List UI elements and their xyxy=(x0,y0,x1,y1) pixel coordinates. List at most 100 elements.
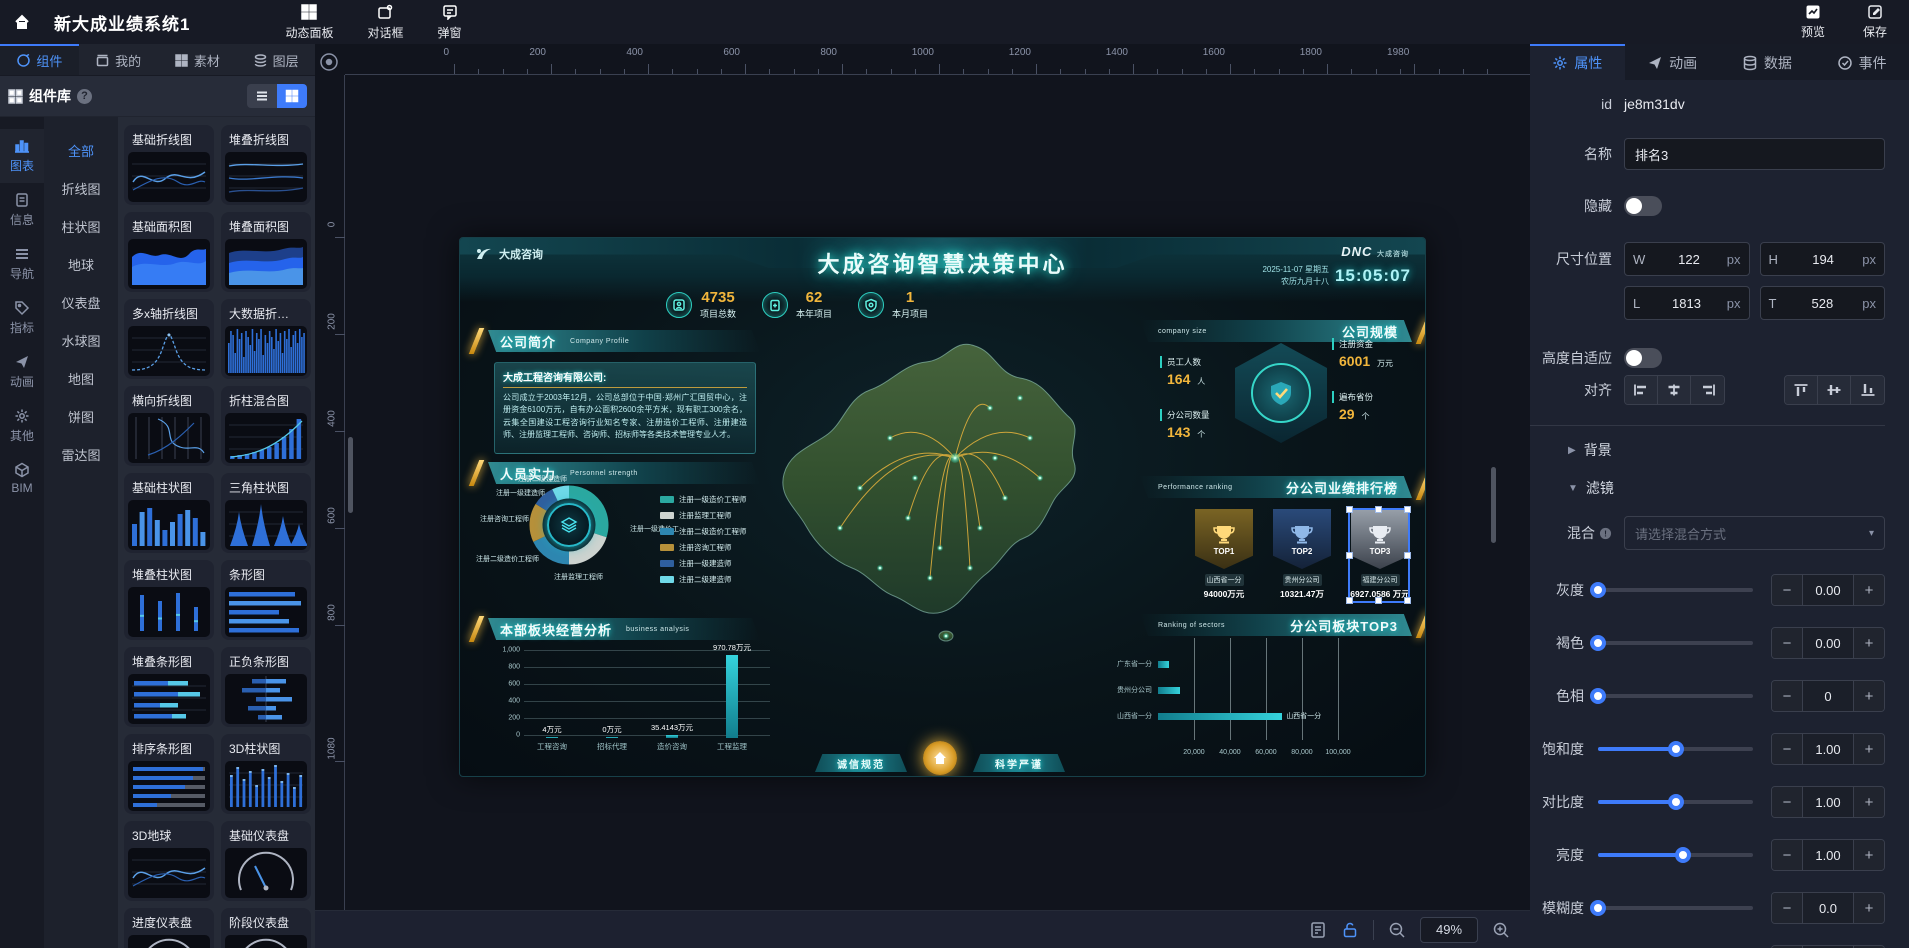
component-card-折柱混合图[interactable]: 折柱混合图 xyxy=(221,386,311,466)
component-card-3D地球[interactable]: 3D地球 xyxy=(124,821,214,901)
align-top-button[interactable] xyxy=(1785,376,1818,404)
selection-handle[interactable] xyxy=(1346,506,1353,513)
size-field-W[interactable]: W122px xyxy=(1624,242,1750,276)
properties-tab-数据[interactable]: 数据 xyxy=(1720,44,1815,80)
increment-button[interactable]: + xyxy=(1854,575,1884,605)
increment-button[interactable]: + xyxy=(1854,840,1884,870)
align-middle-button[interactable] xyxy=(1818,376,1851,404)
subcategory-饼图[interactable]: 饼图 xyxy=(44,397,118,435)
decrement-button[interactable]: − xyxy=(1772,628,1802,658)
component-card-横向折线图[interactable]: 横向折线图 xyxy=(124,386,214,466)
selection-handle[interactable] xyxy=(1346,552,1353,559)
rail-item-导航[interactable]: 导航 xyxy=(0,237,44,291)
align-bottom-button[interactable] xyxy=(1851,376,1884,404)
top-tool-3[interactable]: 弹窗 xyxy=(438,3,462,41)
slider-track[interactable] xyxy=(1598,694,1753,698)
slider-knob[interactable] xyxy=(1675,847,1691,863)
slider-knob[interactable] xyxy=(1668,794,1684,810)
subcategory-仪表盘[interactable]: 仪表盘 xyxy=(44,283,118,321)
ranking-card-TOP1[interactable]: TOP1山西省一分94000万元 xyxy=(1193,509,1255,600)
unlock-icon[interactable] xyxy=(1341,921,1359,939)
preview-button[interactable]: 预览 xyxy=(1801,4,1825,40)
component-card-进度仪表盘[interactable]: 进度仪表盘 xyxy=(124,908,214,948)
selection-handle[interactable] xyxy=(1404,552,1411,559)
subcategory-折线图[interactable]: 折线图 xyxy=(44,169,118,207)
decrement-button[interactable]: − xyxy=(1772,734,1802,764)
slider-knob[interactable] xyxy=(1590,900,1606,916)
increment-button[interactable]: + xyxy=(1854,628,1884,658)
hide-toggle[interactable] xyxy=(1624,196,1662,216)
increment-button[interactable]: + xyxy=(1854,893,1884,923)
zoom-out-icon[interactable] xyxy=(1388,921,1406,939)
tab-图层[interactable]: 图层 xyxy=(236,44,315,75)
selection-handle[interactable] xyxy=(1375,597,1382,604)
rail-item-动画[interactable]: 动画 xyxy=(0,345,44,399)
auto-height-toggle[interactable] xyxy=(1624,348,1662,368)
size-field-L[interactable]: L1813px xyxy=(1624,286,1750,320)
component-card-堆叠条形图[interactable]: 堆叠条形图 xyxy=(124,647,214,727)
decrement-button[interactable]: − xyxy=(1772,840,1802,870)
rail-item-其他[interactable]: 其他 xyxy=(0,399,44,453)
properties-tab-事件[interactable]: 事件 xyxy=(1814,44,1909,80)
selection-handle[interactable] xyxy=(1375,506,1382,513)
align-right-button[interactable] xyxy=(1691,376,1724,404)
eye-icon[interactable] xyxy=(318,51,340,73)
decrement-button[interactable]: − xyxy=(1772,681,1802,711)
ranking-card-TOP2[interactable]: TOP2贵州分公司10321.47万 xyxy=(1271,509,1333,600)
align-left-button[interactable] xyxy=(1625,376,1658,404)
save-button[interactable]: 保存 xyxy=(1863,4,1887,40)
slider-track[interactable] xyxy=(1598,906,1753,910)
increment-button[interactable]: + xyxy=(1854,734,1884,764)
component-card-堆叠面积图[interactable]: 堆叠面积图 xyxy=(221,212,311,292)
component-card-基础面积图[interactable]: 基础面积图 xyxy=(124,212,214,292)
slider-track[interactable] xyxy=(1598,800,1753,804)
rail-item-指标[interactable]: 指标 xyxy=(0,291,44,345)
decrement-button[interactable]: − xyxy=(1772,893,1802,923)
subcategory-水球图[interactable]: 水球图 xyxy=(44,321,118,359)
slider-knob[interactable] xyxy=(1590,635,1606,651)
slider-track[interactable] xyxy=(1598,641,1753,645)
slider-track[interactable] xyxy=(1598,747,1753,751)
component-card-基础折线图[interactable]: 基础折线图 xyxy=(124,125,214,205)
component-card-排序条形图[interactable]: 排序条形图 xyxy=(124,734,214,814)
rail-item-BIM[interactable]: BIM xyxy=(0,453,44,504)
page-outline-icon[interactable] xyxy=(1309,921,1327,939)
background-section-toggle[interactable]: ▶ 背景 xyxy=(1568,440,1885,460)
slider-knob[interactable] xyxy=(1590,582,1606,598)
editor-canvas[interactable]: 0200400600800100012001400160018001980 02… xyxy=(315,44,1530,948)
help-icon[interactable]: ? xyxy=(77,89,92,104)
tab-我的[interactable]: 我的 xyxy=(79,44,158,75)
filter-section-toggle[interactable]: ▼ 滤镜 xyxy=(1568,478,1885,498)
component-card-堆叠柱状图[interactable]: 堆叠柱状图 xyxy=(124,560,214,640)
component-card-正负条形图[interactable]: 正负条形图 xyxy=(221,647,311,727)
tab-组件[interactable]: 组件 xyxy=(0,44,79,75)
properties-tab-动画[interactable]: 动画 xyxy=(1625,44,1720,80)
list-view-button[interactable] xyxy=(247,84,277,108)
decrement-button[interactable]: − xyxy=(1772,787,1802,817)
component-card-阶段仪表盘[interactable]: 阶段仪表盘 xyxy=(221,908,311,948)
rail-item-图表[interactable]: 图表 xyxy=(0,129,44,183)
component-card-堆叠折线图[interactable]: 堆叠折线图 xyxy=(221,125,311,205)
left-scrollbar-thumb[interactable] xyxy=(348,437,353,513)
component-card-条形图[interactable]: 条形图 xyxy=(221,560,311,640)
right-scrollbar-thumb[interactable] xyxy=(1491,467,1496,543)
top-tool-1[interactable]: 动态面板 xyxy=(285,3,333,41)
rail-item-信息[interactable]: 信息 xyxy=(0,183,44,237)
size-field-H[interactable]: H194px xyxy=(1760,242,1886,276)
component-card-3D柱状图[interactable]: 3D柱状图 xyxy=(221,734,311,814)
subcategory-柱状图[interactable]: 柱状图 xyxy=(44,207,118,245)
selection-handle[interactable] xyxy=(1404,506,1411,513)
component-card-基础仪表盘[interactable]: 基础仪表盘 xyxy=(221,821,311,901)
align-center-h-button[interactable] xyxy=(1658,376,1691,404)
slider-knob[interactable] xyxy=(1590,688,1606,704)
tab-素材[interactable]: 素材 xyxy=(158,44,237,75)
blend-select[interactable]: 请选择混合方式 ▾ xyxy=(1624,516,1885,550)
name-input[interactable]: 排名3 xyxy=(1624,138,1885,170)
grid-view-button[interactable] xyxy=(277,84,307,108)
subcategory-地图[interactable]: 地图 xyxy=(44,359,118,397)
subcategory-雷达图[interactable]: 雷达图 xyxy=(44,435,118,473)
selection-handle[interactable] xyxy=(1404,597,1411,604)
component-card-大数据折…[interactable]: 大数据折… xyxy=(221,299,311,379)
subcategory-全部[interactable]: 全部 xyxy=(44,131,118,169)
selection-handle[interactable] xyxy=(1346,597,1353,604)
